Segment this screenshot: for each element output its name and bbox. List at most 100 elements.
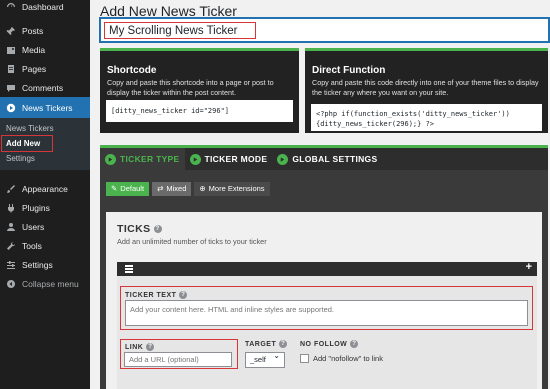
pin-icon	[5, 25, 17, 37]
nav-label: Collapse menu	[22, 278, 79, 289]
nav-label: Pages	[22, 63, 47, 74]
ticker-type-icon	[105, 153, 116, 165]
tab-ticker-mode[interactable]: TICKER MODE	[185, 148, 273, 170]
brush-icon	[5, 183, 17, 195]
wrench-icon	[5, 240, 17, 252]
shortcode-card: Shortcode Copy and paste this shortcode …	[100, 48, 299, 133]
mixed-type-button[interactable]: ⇄ Mixed	[152, 182, 192, 196]
main-content: Add New News Ticker	[100, 0, 550, 20]
nofollow-option[interactable]: Add "nofollow" to link	[300, 354, 383, 363]
default-type-button[interactable]: ✎ Default	[106, 182, 150, 196]
nav-label: Dashboard	[22, 2, 64, 12]
nav-collapse-menu[interactable]: Collapse menu	[0, 274, 90, 293]
tab-global-settings[interactable]: GLOBAL SETTINGS	[272, 148, 382, 170]
global-settings-icon	[277, 153, 289, 165]
ticker-text-label: TICKER TEXT ?	[125, 291, 188, 299]
dashboard-icon	[5, 1, 17, 13]
more-extensions-button[interactable]: ⊕ More Extensions	[194, 182, 270, 196]
shortcode-heading: Shortcode	[107, 65, 157, 76]
nav-label: Comments	[22, 82, 64, 93]
nav-label: Media	[22, 44, 46, 55]
ticker-settings-panel: TICKER TYPE TICKER MODE GLOBAL SETTINGS …	[100, 145, 548, 389]
help-icon[interactable]: ?	[350, 340, 359, 348]
ticker-icon	[5, 102, 17, 114]
nav-users[interactable]: Users	[0, 217, 90, 236]
nav-label: Tools	[22, 240, 42, 251]
link-label: LINK ?	[125, 343, 155, 351]
submenu-settings[interactable]: Settings	[0, 151, 90, 166]
direct-function-heading: Direct Function	[312, 65, 386, 76]
shuffle-icon: ⇄	[157, 184, 164, 193]
label-text: LINK	[125, 343, 144, 351]
target-group: TARGET ? _self	[245, 340, 288, 368]
tab-label: TICKER MODE	[204, 154, 268, 164]
nofollow-label: NO FOLLOW ?	[300, 340, 383, 348]
ticker-title-input[interactable]: My Scrolling News Ticker	[100, 18, 549, 42]
media-icon	[5, 44, 17, 56]
nav-label: Users	[22, 221, 45, 232]
plus-circle-icon: ⊕	[199, 184, 206, 193]
nav-posts[interactable]: Posts	[0, 21, 90, 40]
nav-label: Settings	[22, 259, 53, 270]
submenu-news-tickers[interactable]: News Tickers	[0, 121, 90, 136]
button-label: Default	[120, 184, 145, 193]
nav-label: Plugins	[22, 202, 50, 213]
nofollow-checkbox[interactable]	[300, 354, 309, 363]
label-text: TICKER TEXT	[125, 291, 177, 299]
news-tickers-submenu: News Tickers Add New Settings	[0, 118, 90, 170]
collapse-icon	[5, 278, 17, 290]
plugin-icon	[5, 202, 17, 214]
pages-icon	[5, 63, 17, 75]
add-tick-icon[interactable]: +	[526, 261, 532, 273]
nav-tools[interactable]: Tools	[0, 236, 90, 255]
menu-icon[interactable]	[125, 265, 133, 273]
direct-function-card: Direct Function Copy and paste this code…	[305, 48, 548, 133]
button-label: More Extensions	[208, 184, 265, 193]
ticks-title: TICKS	[117, 223, 151, 235]
ticker-text-group: TICKER TEXT ? Add your content here. HTM…	[120, 286, 533, 330]
link-group: LINK ? Add a URL (optional)	[120, 339, 238, 369]
target-select[interactable]: _self	[245, 351, 285, 368]
ticker-mode-icon	[189, 153, 201, 165]
help-icon[interactable]: ?	[153, 225, 162, 233]
nav-appearance[interactable]: Appearance	[0, 179, 90, 198]
nav-label: News Tickers	[22, 102, 73, 113]
ticker-type-options: ✎ Default ⇄ Mixed ⊕ More Extensions	[106, 182, 270, 196]
settings-tabs: TICKER TYPE TICKER MODE GLOBAL SETTINGS	[100, 148, 548, 170]
ticker-title-value: My Scrolling News Ticker	[104, 22, 256, 39]
shortcode-description: Copy and paste this shortcode into a pag…	[107, 78, 274, 97]
tick-body: TICKER TEXT ? Add your content here. HTM…	[117, 276, 537, 389]
submenu-add-new[interactable]: Add New	[1, 135, 53, 152]
nav-dashboard[interactable]: Dashboard	[0, 0, 90, 14]
link-input[interactable]: Add a URL (optional)	[124, 352, 232, 367]
nofollow-text: Add "nofollow" to link	[313, 354, 383, 363]
tick-header-bar: +	[117, 261, 537, 276]
nav-label: Posts	[22, 25, 44, 36]
nav-label: Appearance	[22, 183, 68, 194]
label-text: NO FOLLOW	[300, 340, 348, 348]
help-icon[interactable]: ?	[279, 340, 288, 348]
button-label: Mixed	[166, 184, 187, 193]
nav-comments[interactable]: Comments	[0, 78, 90, 97]
nav-news-tickers[interactable]: News Tickers	[0, 97, 90, 118]
tab-ticker-type[interactable]: TICKER TYPE	[100, 148, 185, 170]
users-icon	[5, 221, 17, 233]
nav-pages[interactable]: Pages	[0, 59, 90, 78]
nofollow-group: NO FOLLOW ? Add "nofollow" to link	[300, 340, 383, 363]
ticker-text-textarea[interactable]: Add your content here. HTML and inline s…	[125, 300, 528, 326]
ticks-heading: TICKS ?	[117, 223, 542, 235]
shortcode-code[interactable]: [ditty_news_ticker id="296"]	[106, 100, 293, 122]
admin-sidebar: Dashboard Posts Media Pages Comments New…	[0, 0, 90, 389]
direct-function-description: Copy and paste this code directly into o…	[312, 78, 539, 97]
nav-plugins[interactable]: Plugins	[0, 198, 90, 217]
nav-media[interactable]: Media	[0, 40, 90, 59]
help-icon[interactable]: ?	[179, 291, 188, 299]
ticker-type-body: ✎ Default ⇄ Mixed ⊕ More Extensions TICK…	[100, 170, 548, 389]
direct-function-code[interactable]: <?php if(function_exists('ditty_news_tic…	[311, 104, 542, 131]
settings-icon	[5, 259, 17, 271]
target-label: TARGET ?	[245, 340, 288, 348]
help-icon[interactable]: ?	[146, 343, 155, 351]
tab-label: GLOBAL SETTINGS	[292, 154, 378, 164]
nav-settings[interactable]: Settings	[0, 255, 90, 274]
tab-label: TICKER TYPE	[120, 154, 180, 164]
